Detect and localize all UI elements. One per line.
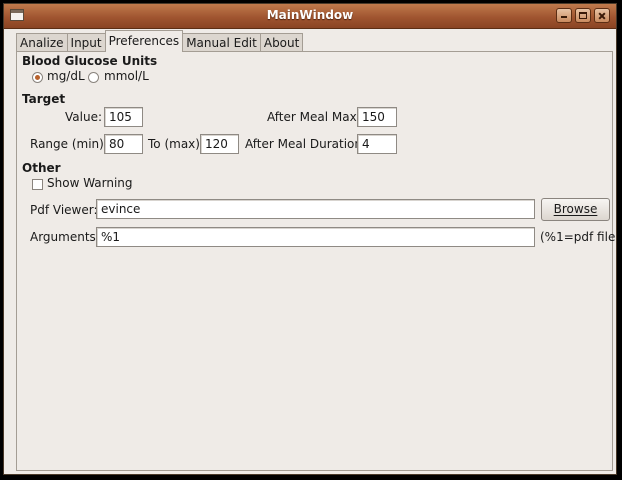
radio-mg-dl-label[interactable]: mg/dL xyxy=(47,69,85,83)
close-button[interactable] xyxy=(594,8,610,23)
tab-manual-edit[interactable]: Manual Edit xyxy=(182,33,261,52)
after-meal-duration-label: After Meal Duration: xyxy=(245,137,367,151)
arguments-hint: (%1=pdf file) xyxy=(540,230,617,244)
tab-about[interactable]: About xyxy=(259,33,304,52)
after-meal-duration-field[interactable] xyxy=(357,134,397,154)
title-bar[interactable]: MainWindow xyxy=(4,4,616,29)
radio-mmol-l[interactable] xyxy=(88,72,99,83)
tab-bar: Analize Input Preferences Manual Edit Ab… xyxy=(16,30,304,52)
pdf-viewer-field[interactable] xyxy=(96,199,535,219)
minimize-icon xyxy=(557,9,571,22)
range-max-label: To (max) xyxy=(148,137,200,151)
show-warning-checkbox[interactable] xyxy=(32,179,43,190)
arguments-label: Arguments: xyxy=(30,230,100,244)
after-meal-max-label: After Meal Max: xyxy=(267,110,361,124)
maximize-icon xyxy=(576,9,590,22)
browse-button[interactable]: Browse xyxy=(541,198,610,221)
show-warning-label[interactable]: Show Warning xyxy=(47,176,133,190)
range-min-label: Range (min): xyxy=(30,137,108,151)
radio-mg-dl[interactable] xyxy=(32,72,43,83)
main-window: MainWindow Analize Input Preferences Man… xyxy=(3,3,617,475)
browse-button-label: Browse xyxy=(553,202,598,216)
after-meal-max-field[interactable] xyxy=(357,107,397,127)
range-min-field[interactable] xyxy=(104,134,143,154)
pdf-viewer-label: Pdf Viewer: xyxy=(30,203,98,217)
tab-preferences[interactable]: Preferences xyxy=(104,30,184,52)
close-icon xyxy=(595,9,609,22)
minimize-button[interactable] xyxy=(556,8,572,23)
target-heading: Target xyxy=(22,92,66,106)
units-heading: Blood Glucose Units xyxy=(22,54,158,68)
other-heading: Other xyxy=(22,161,61,175)
window-controls xyxy=(556,8,610,23)
maximize-button[interactable] xyxy=(575,8,591,23)
radio-mmol-l-label[interactable]: mmol/L xyxy=(104,69,149,83)
tab-analize[interactable]: Analize xyxy=(16,33,68,52)
window-title: MainWindow xyxy=(266,8,354,22)
range-max-field[interactable] xyxy=(200,134,239,154)
tab-input[interactable]: Input xyxy=(66,33,106,52)
value-label: Value: xyxy=(65,110,102,124)
preferences-panel: Blood Glucose Units mg/dL mmol/L Target … xyxy=(16,51,616,471)
value-field[interactable] xyxy=(104,107,143,127)
arguments-field[interactable] xyxy=(96,227,535,247)
